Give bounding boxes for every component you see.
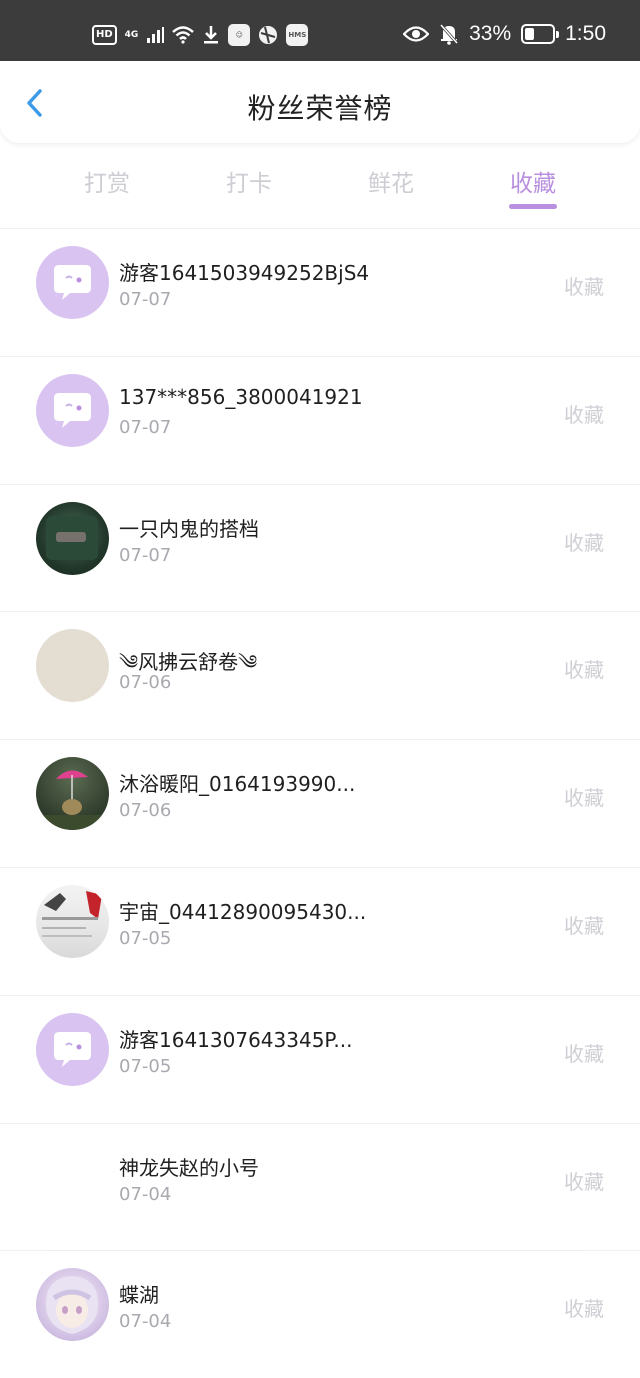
list-item[interactable]: 蝶湖 07-04 收藏 [0, 1250, 640, 1378]
tab-favorites[interactable]: 收藏 [462, 160, 604, 216]
app-sphere-icon [259, 26, 278, 44]
tab-label: 打卡 [226, 171, 272, 197]
fan-date: 07-07 [119, 544, 172, 566]
photo-avatar-icon [42, 890, 102, 937]
divider [44, 611, 586, 613]
umbrella-photo-icon [36, 770, 109, 831]
list-item[interactable]: 宇宙_04412890095430... 07-05 收藏 [0, 866, 640, 995]
status-bar-left: HD 4G ☺ HMS [92, 24, 309, 46]
favorite-label: 收藏 [564, 402, 604, 427]
avatar[interactable] [36, 246, 109, 319]
clock: 1:50 [565, 22, 606, 45]
favorite-label: 收藏 [564, 1041, 604, 1066]
avatar[interactable] [36, 501, 109, 575]
fan-list: 游客1641503949252BjS4 07-07 收藏 137***856_3… [0, 228, 640, 1378]
tab-bar: 打赏 打卡 鲜花 收藏 [36, 160, 604, 216]
hd-icon: HD [92, 25, 117, 45]
battery-level [525, 28, 534, 40]
fan-nickname: 宇宙_04412890095430... [119, 899, 367, 924]
divider [44, 866, 586, 868]
fan-nickname: 游客1641503949252BjS4 [119, 261, 370, 285]
avatar[interactable] [36, 1141, 109, 1214]
fan-nickname: 137***856_3800041921 [119, 384, 363, 409]
favorite-label: 收藏 [564, 913, 604, 938]
fan-date: 07-05 [119, 927, 172, 949]
photo-avatar-icon [46, 515, 98, 560]
tab-label: 打赏 [84, 171, 130, 197]
divider [44, 483, 586, 485]
list-item[interactable]: 沐浴暖阳_0164193990... 07-06 收藏 [0, 739, 640, 867]
wifi-icon [172, 26, 195, 44]
favorite-label: 收藏 [564, 1169, 604, 1194]
favorite-label: 收藏 [564, 275, 604, 299]
battery-percent: 33% [469, 22, 512, 45]
page-title: 粉丝荣誉榜 [247, 92, 393, 125]
avatar[interactable] [36, 1268, 109, 1342]
list-item[interactable]: 137***856_3800041921 07-07 收藏 [0, 355, 640, 484]
favorite-label: 收藏 [564, 658, 604, 683]
list-item[interactable]: 一只内鬼的搭档 07-07 收藏 [0, 483, 640, 612]
hms-icon: HMS [286, 24, 309, 46]
status-bar-right: 33% 1:50 [403, 22, 606, 46]
fan-date: 07-07 [119, 416, 172, 438]
avatar[interactable] [36, 373, 109, 447]
divider [44, 1250, 586, 1252]
fan-date: 07-04 [119, 1311, 172, 1333]
header: 粉丝荣誉榜 [0, 61, 640, 143]
tab-indicator [509, 204, 557, 209]
chat-bubble-icon [54, 1031, 91, 1067]
signal-icon [147, 27, 165, 43]
favorite-label: 收藏 [564, 786, 604, 811]
fan-nickname: 蝶湖 [119, 1283, 159, 1308]
fan-nickname: 沐浴暖阳_0164193990... [119, 772, 356, 797]
divider [44, 994, 586, 996]
chat-bubble-icon [54, 392, 91, 428]
anime-portrait-icon [45, 1276, 99, 1335]
divider [44, 1122, 586, 1124]
avatar[interactable] [36, 629, 109, 703]
fan-date: 07-06 [119, 800, 172, 822]
avatar[interactable] [36, 1012, 109, 1086]
tab-label: 收藏 [510, 171, 556, 197]
list-item[interactable]: ༄风拂云舒卷༄ 07-06 收藏 [0, 611, 640, 739]
avatar[interactable] [36, 757, 109, 831]
battery-icon [521, 24, 560, 44]
status-bar: HD 4G ☺ HMS 33% 1:50 [0, 0, 640, 61]
fan-date: 07-06 [119, 672, 172, 694]
fan-nickname: 神龙失赵的小号 [119, 1155, 259, 1180]
tab-label: 鲜花 [368, 171, 414, 197]
eye-icon [403, 26, 430, 42]
app-notification-icon: ☺ [228, 24, 251, 46]
fan-nickname: 一只内鬼的搭档 [119, 516, 259, 541]
divider [44, 739, 586, 741]
fan-date: 07-07 [119, 289, 172, 310]
favorite-label: 收藏 [564, 1297, 604, 1322]
bell-muted-icon [439, 24, 459, 45]
avatar[interactable] [36, 884, 109, 958]
tab-flowers[interactable]: 鲜花 [320, 160, 462, 216]
divider [44, 355, 586, 357]
list-item[interactable]: 游客1641307643345P... 07-05 收藏 [0, 994, 640, 1123]
download-icon [204, 26, 219, 44]
favorite-label: 收藏 [564, 530, 604, 555]
list-item[interactable]: 神龙失赵的小号 07-04 收藏 [0, 1122, 640, 1251]
network-type-label: 4G [124, 29, 139, 40]
tab-checkin[interactable]: 打卡 [178, 160, 320, 216]
fan-nickname: 游客1641307643345P... [119, 1027, 353, 1052]
fan-date: 07-04 [119, 1183, 172, 1205]
fan-date: 07-05 [119, 1055, 172, 1077]
list-item[interactable]: 游客1641503949252BjS4 07-07 收藏 [0, 228, 640, 356]
tab-reward[interactable]: 打赏 [36, 160, 178, 216]
chat-bubble-icon [54, 265, 91, 300]
